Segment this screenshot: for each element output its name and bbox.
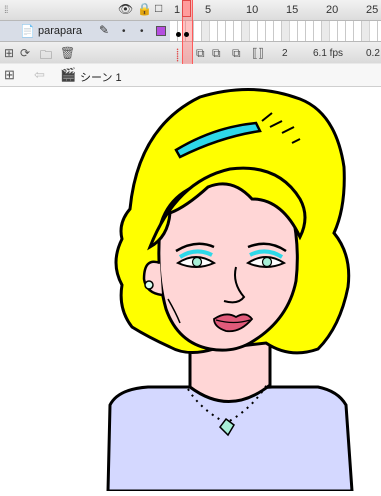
lock-icon[interactable]: 🔒	[137, 2, 152, 16]
elapsed-time: 0.2	[366, 48, 380, 59]
timeline-panel: ⁞⁞ 👁 🔒 □ 📄 parapara ✎ • • 1 5 10 15 20 2…	[0, 0, 381, 65]
frame-number: 15	[286, 4, 299, 16]
eye-icon[interactable]: 👁	[118, 2, 133, 16]
layer-color-swatch[interactable]	[156, 26, 166, 36]
frame-cells-highlight	[170, 21, 381, 41]
outline-icon[interactable]: □	[155, 1, 162, 15]
add-guide-icon[interactable]: ⟳	[20, 46, 30, 60]
current-frame: 2	[282, 48, 288, 59]
modify-markers-icon[interactable]: ⟦⟧	[252, 46, 264, 60]
frame-number: 1	[174, 4, 181, 16]
playhead-handle[interactable]	[182, 0, 191, 17]
grip-icon[interactable]: ⁞⁞	[4, 5, 8, 16]
pencil-icon: ✎	[99, 23, 110, 37]
frame-ruler[interactable]: 1 5 10 15 20 25	[170, 0, 381, 20]
scene-icon: 🎬	[60, 67, 77, 82]
scene-label[interactable]: シーン 1	[80, 69, 122, 85]
timeline-toggle-icon[interactable]: ⊞	[4, 67, 15, 83]
center-frame-icon[interactable]: ⸽	[176, 46, 179, 63]
new-layer-icon[interactable]: ⊞	[4, 46, 14, 60]
frame-number: 25	[366, 4, 379, 16]
trash-icon[interactable]: 🗑	[60, 46, 75, 60]
right-iris	[261, 256, 273, 268]
back-arrow-icon[interactable]: ⇦	[34, 67, 45, 83]
layer-lock-dot[interactable]: •	[140, 26, 144, 37]
frame-rate[interactable]: 6.1 fps	[313, 48, 343, 59]
drawing-canvas[interactable]	[0, 87, 381, 493]
frame-number: 5	[205, 4, 212, 16]
layer-visible-dot[interactable]: •	[122, 26, 126, 37]
frame-number: 20	[326, 4, 339, 16]
keyframe[interactable]	[176, 32, 181, 37]
earring	[144, 280, 154, 290]
left-iris	[191, 256, 203, 268]
layer-name[interactable]: parapara	[38, 25, 82, 37]
edit-bar: ⊞ ⇦ 🎬 シーン 1	[0, 64, 381, 87]
frame-number: 10	[246, 4, 259, 16]
layer-icon: 📄	[20, 24, 35, 38]
keyframe[interactable]	[184, 32, 189, 37]
onion-skin-icon[interactable]: ⧉	[196, 46, 205, 61]
stage[interactable]	[0, 87, 381, 493]
edit-multiple-icon[interactable]: ⧉	[232, 46, 241, 61]
onion-outline-icon[interactable]: ⧉	[212, 46, 221, 61]
